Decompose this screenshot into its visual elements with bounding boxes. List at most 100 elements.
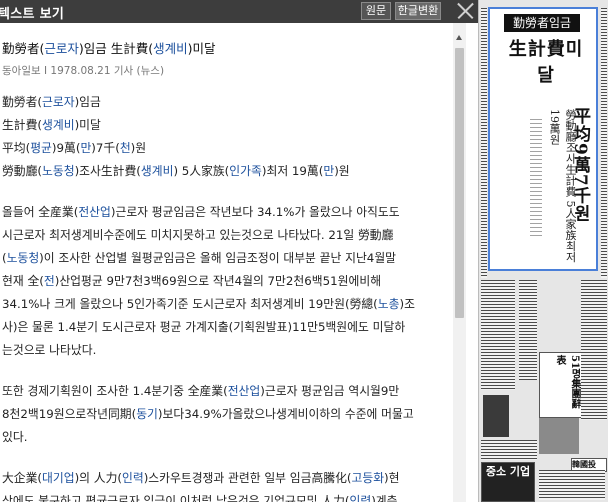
text-run: )근로자 평균임금 역시월9만 <box>260 384 400 398</box>
headline-part: 생계비 <box>153 41 188 56</box>
scan-photo-1 <box>483 395 509 437</box>
hangul-reading: 평균 <box>30 141 52 155</box>
article-line: 있다. <box>2 428 27 445</box>
text-run: )산업평균 9만7천3백69원으로 작년4월의 7만2천6백51원에비해 <box>54 274 382 288</box>
text-run: )원 <box>334 164 350 178</box>
hangul-reading: 만 <box>80 141 92 155</box>
text-run: )미달 <box>74 118 101 132</box>
hangul-reading: 대기업 <box>42 471 75 485</box>
text-run: )계층 <box>371 494 398 502</box>
headline-part: 근로자 <box>44 41 79 56</box>
text-run: )스카우트경쟁과 관련한 일부 임금高騰化( <box>143 471 352 485</box>
article-line: 사)은 물론 1.4분기 도시근로자 평균 가계지출(기획원발표)11만5백원에… <box>2 318 405 335</box>
headline-part: )미달 <box>187 41 216 56</box>
article-line: 勤勞者(근로자)임금 <box>2 93 101 110</box>
hangul-reading: 동기 <box>136 407 158 421</box>
article-content: 勤勞者(근로자)임금 生計費(생계비)미달 동아일보 I 1978.08.21 … <box>0 23 452 502</box>
text-run: )7千( <box>91 141 120 155</box>
text-run: 또한 경제기획원이 조사한 1.4분기중 全産業( <box>2 384 228 398</box>
text-run: ) 5人家族( <box>173 164 230 178</box>
scan-column-right <box>601 8 607 278</box>
headline-part: )임금 生計費( <box>78 41 154 56</box>
hangul-reading: 근로자 <box>42 95 75 109</box>
hangul-reading: 인력 <box>349 494 372 502</box>
hangul-reading: 노총 <box>377 297 400 311</box>
newspaper-scan-thumbnail[interactable]: 勤勞者임금 生計費미달 勞動廳조사生計費 5人家族최저 19萬원 平均9萬7千원… <box>478 0 608 502</box>
article-line: (노동청)이 조사한 산업별 월평균임금은 올해 임금조정이 대부분 끝난 지난… <box>2 249 396 266</box>
panel-title: 텍스트 보기 <box>0 7 65 22</box>
scan-kicker: 勤勞者임금 <box>504 14 580 32</box>
hangul-reading: 노동청 <box>42 164 75 178</box>
article-line: 상에도 불구하고 평균근로자 임금이 이처럼 낮은것은 기업규모및 人力(인력)… <box>2 492 398 502</box>
text-run: )의 人力( <box>74 471 122 485</box>
article-meta: 동아일보 I 1978.08.21 기사 (뉴스) <box>2 65 165 77</box>
scrollbar[interactable] <box>453 23 466 502</box>
text-run: )이 조사한 산업별 월평균임금은 올해 임금조정이 대부분 끝난 지난4월말 <box>39 251 397 265</box>
text-run: )근로자 평균임금은 작년보다 34.1%가 올랐으나 아직도도 <box>110 205 400 219</box>
text-run: 勤勞者( <box>2 95 42 109</box>
text-run: )보다34.9%가올랐으나생계비이하의 수준에 머물고 <box>157 407 414 421</box>
text-run: 있다. <box>2 430 28 444</box>
hangul-reading: 전 <box>43 274 55 288</box>
article-line: 현재 全(전)산업평균 9만7천3백69원으로 작년4월의 7만2천6백51원에… <box>2 272 381 289</box>
scan-column-block-5 <box>539 470 605 500</box>
text-run: )조 <box>399 297 415 311</box>
original-button[interactable]: 원문 <box>361 2 391 20</box>
scan-column-left <box>481 8 487 278</box>
text-run: )9萬( <box>51 141 81 155</box>
text-run: )현 <box>384 471 400 485</box>
hangul-convert-button[interactable]: 한글변환 <box>395 2 441 20</box>
text-run: 8천2백19원으로작년同期( <box>2 407 137 421</box>
text-run: )조사生計費( <box>74 164 141 178</box>
text-run: 平均( <box>2 141 31 155</box>
article-line: 平均(평균)9萬(만)7千(천)원 <box>2 139 146 156</box>
article-line: 34.1%나 크게 올랐으나 5인가족기준 도시근로자 최저생계비 19만원(勞… <box>2 295 415 312</box>
article-line: 는것으로 나타났다. <box>2 341 96 358</box>
scan-photo-2 <box>539 418 579 454</box>
text-run: 34.1%나 크게 올랐으나 5인가족기준 도시근로자 최저생계비 19만원(勞… <box>2 297 378 311</box>
text-run: )최저 19萬( <box>261 164 324 178</box>
text-view-panel: 텍스트 보기 원문 한글변환 勤勞者(근로자)임금 生計費(생계비)미달 동아일… <box>0 0 478 502</box>
article-headline: 勤勞者(근로자)임금 生計費(생계비)미달 <box>2 38 216 57</box>
scan-big-headline: 平均9萬7千원 <box>570 107 590 223</box>
text-run: 상에도 불구하고 평균근로자 임금이 이처럼 낮은것은 기업규모및 人力( <box>2 494 350 502</box>
hangul-reading: 생계비 <box>140 164 174 178</box>
title-bar: 텍스트 보기 원문 한글변환 <box>0 0 478 23</box>
text-run: 사)은 물론 1.4분기 도시근로자 평균 가계지출(기획원발표)11만5백원에… <box>2 320 406 334</box>
text-run: )임금 <box>74 95 101 109</box>
article-line: 勞動廳(노동청)조사生計費(생계비) 5人家族(인가족)최저 19萬(만)원 <box>2 162 350 179</box>
scan-column-block-3 <box>581 280 607 420</box>
hangul-reading: 전산업 <box>227 384 261 398</box>
hangul-reading: 인력 <box>121 471 144 485</box>
hangul-reading: 고등화 <box>351 471 385 485</box>
scrollbar-thumb[interactable] <box>455 48 464 318</box>
hangul-reading: 생계비 <box>42 118 75 132</box>
hangul-reading: 전산업 <box>78 205 111 219</box>
scan-small-print <box>530 119 542 239</box>
hangul-reading: 만 <box>323 164 335 178</box>
text-run: 大企業( <box>2 471 42 485</box>
text-run: 현재 全( <box>2 274 44 288</box>
article-line: 또한 경제기획원이 조사한 1.4분기중 全産業(전산업)근로자 평균임금 역시… <box>2 382 399 399</box>
hangul-reading: 천 <box>119 141 131 155</box>
scan-column-block-1 <box>481 280 515 390</box>
text-run: 시근로자 최저생계비수준에도 미치지못하고 있는것으로 나타났다. 21일 勞動… <box>2 228 394 242</box>
close-icon[interactable] <box>457 2 474 19</box>
text-run: 勞動廳( <box>2 164 42 178</box>
article-line: 生計費(생계비)미달 <box>2 116 101 133</box>
text-run: 는것으로 나타났다. <box>2 343 97 357</box>
scan-column-block-2 <box>519 280 537 380</box>
text-run: 生計費( <box>2 118 42 132</box>
article-highlight-box[interactable]: 勤勞者임금 生計費미달 勞動廳조사生計費 5人家族최저 19萬원 平均9萬7千원 <box>488 7 598 271</box>
scroll-up-arrow-icon[interactable] <box>456 35 462 40</box>
scan-ad-box: 중소 기업 <box>481 462 535 502</box>
article-line: 시근로자 최저생계비수준에도 미치지못하고 있는것으로 나타났다. 21일 勞動… <box>2 226 393 243</box>
article-line: 大企業(대기업)의 人力(인력)스카우트경쟁과 관련한 일부 임금高騰化(고등화… <box>2 469 400 486</box>
text-run: 올들어 全産業( <box>2 205 79 219</box>
scan-column-block-4 <box>481 440 537 460</box>
hangul-reading: 노동청 <box>6 251 40 265</box>
text-run: )원 <box>130 141 147 155</box>
headline-part: 勤勞者( <box>2 41 45 56</box>
article-line: 8천2백19원으로작년同期(동기)보다34.9%가올랐으나생계비이하의 수준에 … <box>2 405 414 422</box>
scan-box-headline: 51명集團辭表 <box>539 352 585 418</box>
